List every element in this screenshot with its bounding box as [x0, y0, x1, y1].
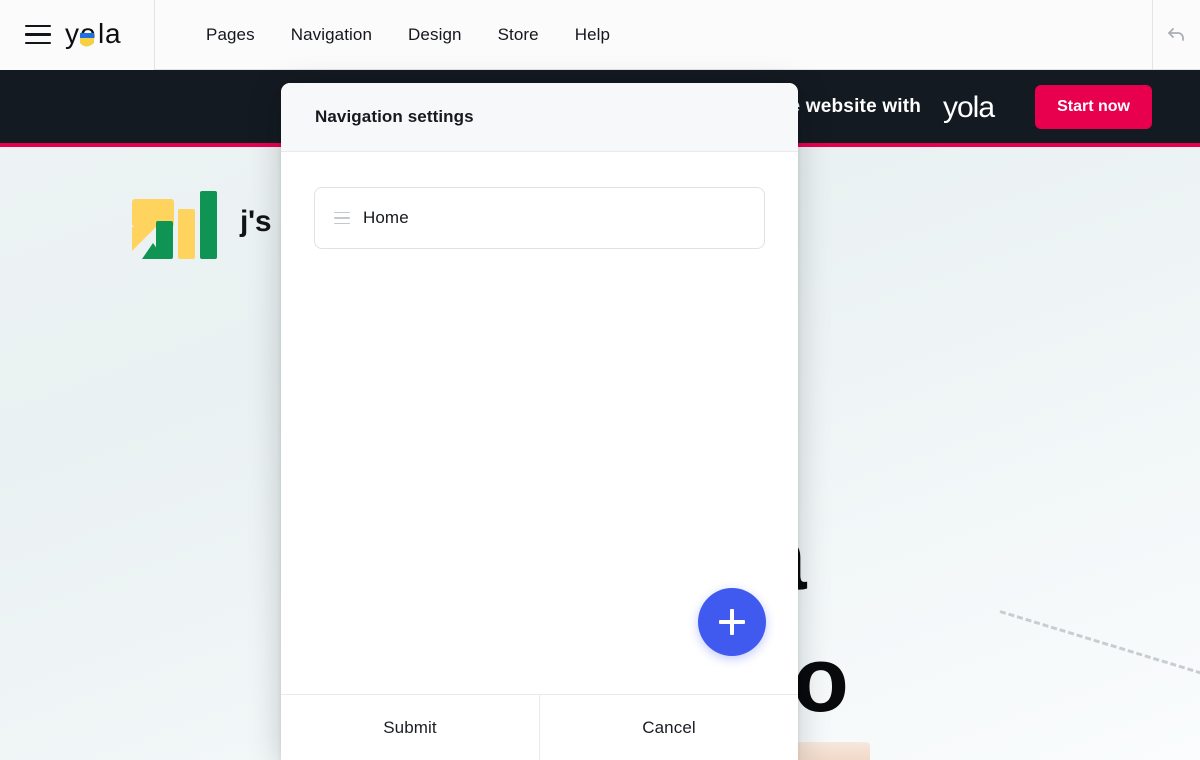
toolbar-nav-navigation[interactable]: Navigation	[273, 17, 390, 53]
toolbar-nav-pages[interactable]: Pages	[188, 17, 273, 53]
promo-yola-logo: yola	[943, 91, 1013, 123]
toolbar-nav-design[interactable]: Design	[390, 17, 480, 53]
dialog-title: Navigation settings	[315, 107, 474, 126]
drag-handle-line	[334, 217, 350, 219]
nav-item-row[interactable]: Home	[314, 187, 765, 249]
navigation-settings-dialog: Navigation settings Home Submit Cancel	[281, 83, 798, 760]
svg-text:yola: yola	[943, 91, 995, 123]
hamburger-line	[25, 41, 51, 44]
start-now-button[interactable]: Start now	[1035, 84, 1152, 129]
dialog-body: Home	[281, 152, 798, 694]
svg-text:y: y	[65, 18, 79, 49]
cancel-button[interactable]: Cancel	[540, 695, 798, 760]
dialog-footer: Submit Cancel	[281, 694, 798, 760]
add-nav-item-button[interactable]	[698, 588, 766, 656]
toolbar-actions	[1152, 0, 1200, 70]
dialog-header: Navigation settings	[281, 83, 798, 152]
hamburger-line	[25, 33, 51, 36]
drag-handle-line	[334, 222, 350, 225]
toolbar-nav-store[interactable]: Store	[480, 17, 557, 53]
yola-logo[interactable]: y o l a	[65, 18, 131, 52]
drag-handle-line	[334, 211, 350, 214]
site-brand-name: j's	[240, 205, 272, 238]
undo-arrow-icon[interactable]	[1165, 23, 1189, 47]
bar-chart-logo-icon	[132, 191, 217, 259]
svg-text:l: l	[98, 18, 103, 49]
toolbar-brand-section: y o l a	[0, 0, 155, 70]
submit-button[interactable]: Submit	[281, 695, 539, 760]
app-root: y o l a Pages Navigation Design Store He…	[0, 0, 1200, 760]
editor-toolbar: y o l a Pages Navigation Design Store He…	[0, 0, 1200, 70]
toolbar-nav: Pages Navigation Design Store Help	[155, 0, 1152, 70]
promo-banner-text: e website with	[789, 95, 922, 117]
toolbar-nav-help[interactable]: Help	[557, 17, 628, 53]
hamburger-line	[25, 25, 51, 28]
hamburger-menu-icon[interactable]	[25, 25, 51, 44]
nav-item-label: Home	[363, 208, 409, 227]
drag-handle-icon[interactable]	[331, 207, 353, 229]
svg-text:a: a	[105, 18, 121, 49]
site-brand[interactable]: j's	[128, 183, 272, 261]
